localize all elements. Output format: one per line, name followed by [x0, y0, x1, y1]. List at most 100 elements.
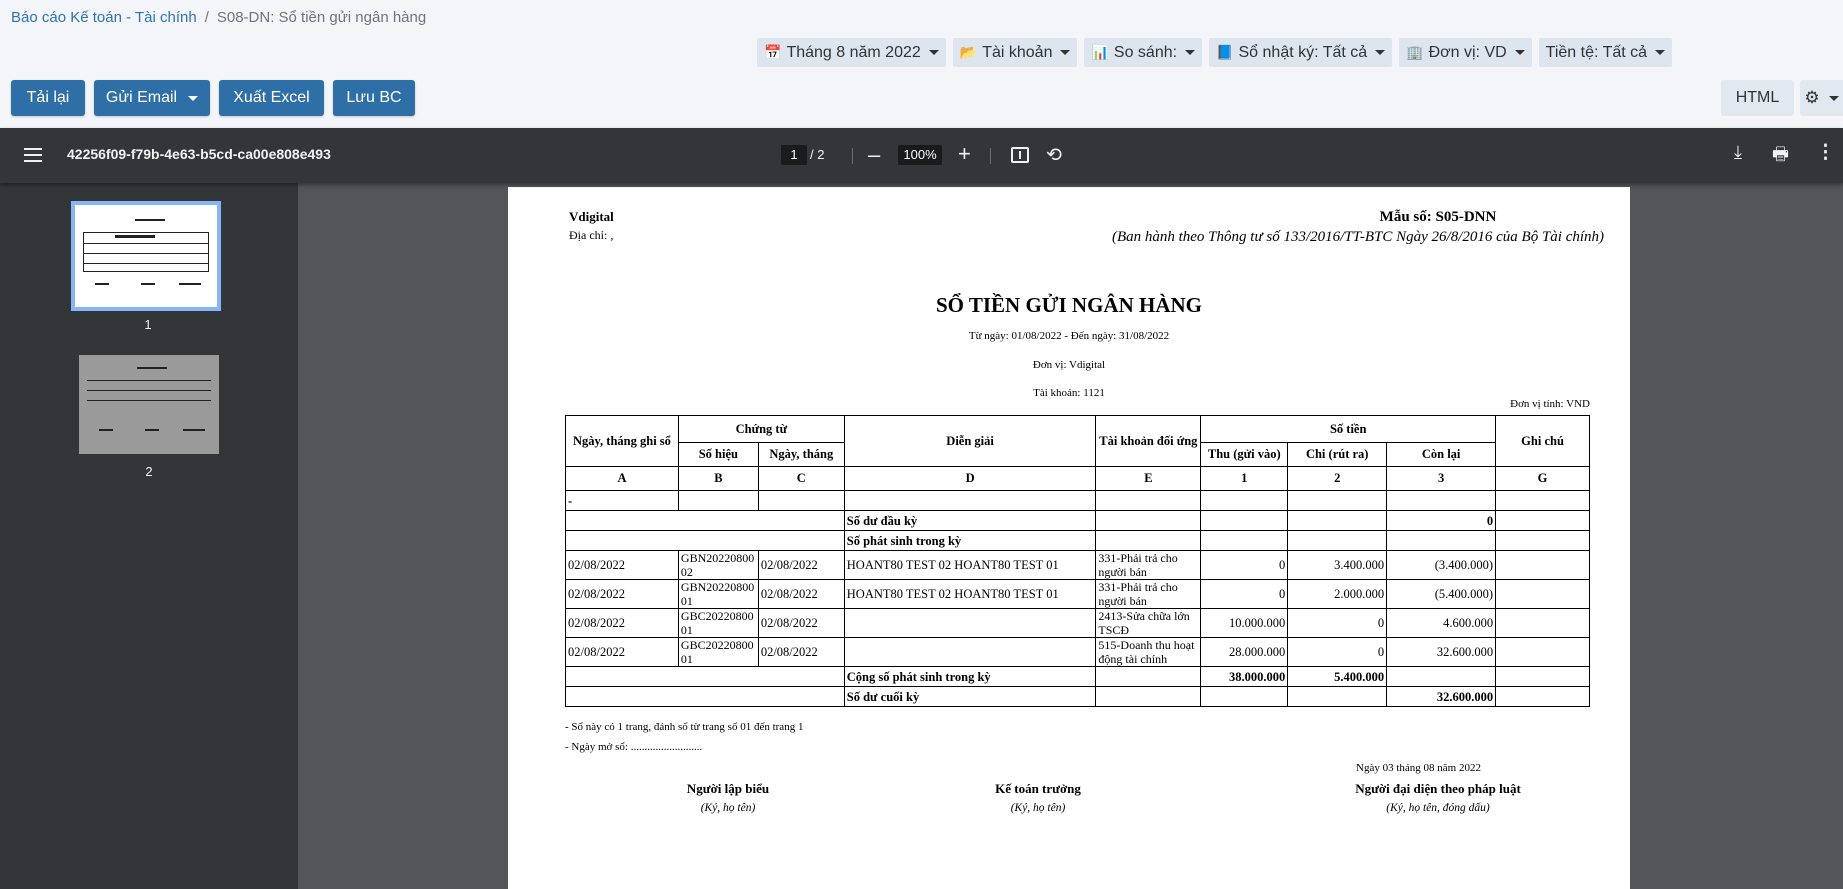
total-credit: 5.400.000: [1287, 666, 1388, 687]
breadcrumb-current: S08-DN: Sổ tiền gửi ngân hàng: [216, 9, 427, 26]
row-voucher-date: 02/08/2022: [757, 550, 845, 580]
signer-preparer: Người lập biểu (Ký, họ tên): [623, 781, 833, 814]
row-credit: 0: [1287, 608, 1388, 638]
filter-journal[interactable]: 📘 Sổ nhật ký: Tất cả: [1209, 38, 1393, 67]
row-voucher-date: 02/08/2022: [757, 608, 845, 638]
filter-unit[interactable]: 🏢 Đơn vị: VD: [1399, 38, 1532, 67]
signer-role: Người lập biểu: [686, 781, 770, 796]
reload-button[interactable]: Tải lại: [11, 80, 85, 116]
row-contra-account: 515-Doanh thu hoạt động tài chính: [1098, 638, 1195, 666]
filter-period-label: Tháng 8 năm 2022: [786, 43, 921, 61]
thumbnail-text-line: [99, 429, 113, 431]
html-button[interactable]: HTML: [1721, 80, 1794, 116]
row-balance: 32.600.000: [1386, 637, 1497, 667]
report-account: Tài khoản: 1121: [1033, 387, 1105, 399]
app-root: Báo cáo Kế toán - Tài chính / S08-DN: Sổ…: [0, 0, 1843, 889]
pdf-viewer-toolbar: 42256f09-f79b-4e63-b5cd-ca00e808e493 1 /…: [0, 128, 1843, 183]
chevron-down-icon: [1514, 50, 1525, 55]
row-credit: 3.400.000: [1287, 550, 1388, 580]
download-icon[interactable]: ⤓: [1734, 142, 1742, 163]
reload-button-label: Tải lại: [26, 89, 70, 106]
header-debit: Thu (gửi vào): [1200, 442, 1289, 467]
table-row: Số dư đầu kỳ 0: [565, 510, 1590, 531]
report-period: Từ ngày: 01/08/2022 - Đến ngày: 31/08/20…: [968, 330, 1170, 342]
column-code: D: [843, 466, 1097, 491]
thumbnail-text-line: [179, 283, 201, 285]
menu-icon[interactable]: [24, 148, 42, 162]
breadcrumb-root-link[interactable]: Báo cáo Kế toán - Tài chính: [11, 9, 197, 26]
ledger-table: Ngày, tháng ghi sổ Chứng từ Diễn giải Tà…: [565, 415, 1590, 707]
filter-account-label: Tài khoản: [982, 43, 1053, 61]
company-address: Địa chỉ: ,: [569, 228, 614, 242]
breadcrumb: Báo cáo Kế toán - Tài chính / S08-DN: Sổ…: [11, 9, 426, 26]
signer-role: Người đại diện theo pháp luật: [1355, 781, 1521, 796]
export-excel-button[interactable]: Xuất Excel: [219, 80, 324, 116]
more-options-icon[interactable]: ⋮: [1816, 141, 1835, 164]
row-date: 02/08/2022: [565, 608, 679, 638]
header-note: Ghi chú: [1495, 415, 1590, 467]
footnote-pages: - Sổ này có 1 trang, đánh số từ trang số…: [565, 721, 804, 733]
row-voucher-no: GBC2022080001: [680, 609, 754, 637]
row-debit: 0: [1200, 550, 1289, 580]
export-excel-button-label: Xuất Excel: [233, 89, 310, 106]
thumbnail-table-line: [87, 390, 211, 391]
row-voucher-no: GBN2022080002: [680, 551, 755, 579]
closing-balance-value: 32.600.000: [1386, 686, 1497, 707]
period-transactions-label: Số phát sinh trong kỳ: [843, 530, 1097, 551]
zoom-in-icon[interactable]: +: [958, 141, 971, 167]
zoom-out-icon[interactable]: –: [868, 142, 880, 168]
form-code: Mẫu số: S05-DNN: [1379, 209, 1497, 225]
row-date: 02/08/2022: [565, 550, 679, 580]
table-row: 02/08/2022 GBC2022080001 02/08/2022 2413…: [565, 608, 1590, 638]
breadcrumb-separator: /: [204, 9, 209, 26]
thumbnail-text-line: [95, 283, 109, 285]
closing-balance-label: Số dư cuối kỳ: [843, 686, 1097, 707]
chevron-down-icon: [1828, 95, 1839, 101]
page-thumbnail-1[interactable]: [71, 201, 221, 311]
footnote-open-date: - Ngày mở sổ: ..........................: [565, 741, 703, 753]
zoom-level-input[interactable]: 100%: [898, 145, 942, 165]
table-row: 02/08/2022 GBC2022080001 02/08/2022 515-…: [565, 637, 1590, 667]
filter-compare[interactable]: 📊 So sánh:: [1084, 38, 1203, 67]
settings-button[interactable]: ⚙: [1800, 80, 1843, 116]
filter-period[interactable]: 📅 Tháng 8 năm 2022: [757, 38, 946, 67]
thumbnail-table-line: [83, 243, 209, 244]
filter-compare-label: So sánh:: [1113, 43, 1178, 61]
thumbnail-text-line: [115, 235, 155, 238]
row-debit: 0: [1200, 579, 1289, 609]
row-voucher-date: 02/08/2022: [757, 579, 845, 609]
dash-row-cell: -: [565, 490, 679, 511]
print-icon[interactable]: 🖶: [1772, 142, 1789, 172]
calendar-icon: 📅: [764, 44, 782, 60]
chevron-down-icon: [1185, 50, 1196, 55]
thumbnail-table-line: [83, 263, 209, 264]
table-row: -: [565, 490, 1590, 511]
page-thumbnail-2[interactable]: [79, 355, 219, 454]
header-date: Ngày, tháng ghi sổ: [565, 415, 679, 467]
column-code: C: [757, 466, 845, 491]
row-voucher-date: 02/08/2022: [757, 637, 845, 667]
rotate-icon[interactable]: ⟲: [1046, 144, 1062, 167]
toolbar-divider: [990, 148, 991, 164]
thumbnail-text-line: [145, 429, 159, 431]
filter-account[interactable]: 📂 Tài khoản: [952, 38, 1078, 67]
filter-currency[interactable]: Tiền tệ: Tất cả: [1538, 38, 1673, 67]
thumbnail-table-line: [208, 232, 209, 272]
row-balance: 4.600.000: [1386, 608, 1497, 638]
signer-legal-representative: Người đại diện theo pháp luật (Ký, họ tê…: [1308, 781, 1568, 814]
pdf-viewport[interactable]: Vdigital Địa chỉ: , Mẫu số: S05-DNN (Ban…: [298, 183, 1843, 889]
row-balance: (3.400.000): [1386, 550, 1497, 580]
thumbnail-table-line: [87, 380, 211, 381]
row-contra-account: 2413-Sửa chữa lớn TSCĐ: [1098, 609, 1190, 637]
send-email-button[interactable]: Gửi Email: [94, 80, 210, 116]
table-row: 02/08/2022 GBN2022080001 02/08/2022 HOAN…: [565, 579, 1590, 609]
chevron-down-icon: [1655, 50, 1666, 55]
save-report-button-label: Lưu BC: [346, 89, 402, 106]
fit-page-icon[interactable]: [1011, 147, 1029, 163]
column-code: B: [677, 466, 759, 491]
save-report-button[interactable]: Lưu BC: [333, 80, 415, 116]
column-code: 1: [1200, 466, 1289, 491]
filter-bar: 📅 Tháng 8 năm 2022 📂 Tài khoản 📊 So sánh…: [757, 38, 1673, 67]
row-voucher-no: GBC2022080001: [680, 638, 754, 666]
page-number-input[interactable]: 1: [781, 145, 807, 165]
